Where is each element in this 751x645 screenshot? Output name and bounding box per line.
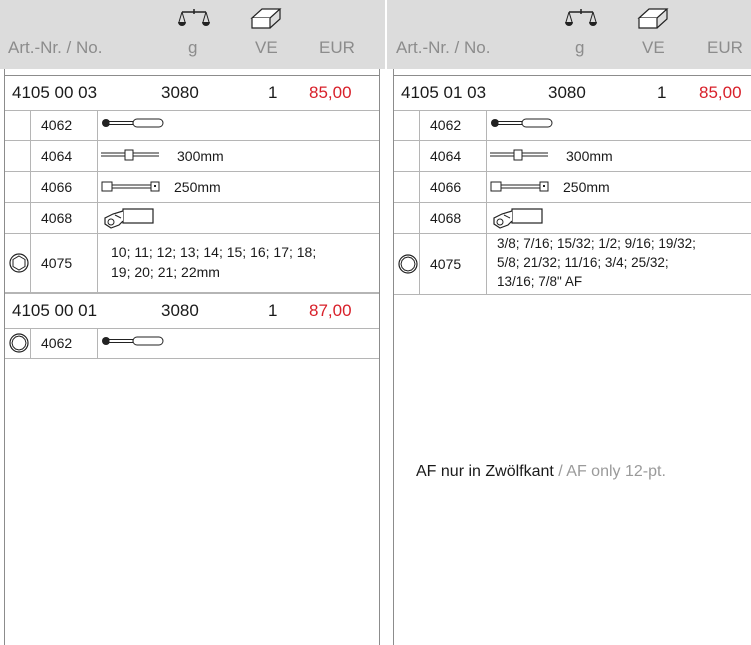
part-row: 4066 250mm <box>394 172 751 203</box>
part-number: 4068 <box>430 210 462 226</box>
article-number: 4105 01 03 <box>401 83 487 102</box>
column-weight: g <box>188 38 198 57</box>
note-english: AF only 12-pt. <box>566 463 666 480</box>
part-number: 4075 <box>430 256 462 272</box>
part-number: 4064 <box>41 148 73 164</box>
part-length: 250mm <box>563 179 610 195</box>
part-number: 4068 <box>41 210 73 226</box>
part-row: 4062 <box>5 328 379 359</box>
ve-value: 1 <box>268 301 278 320</box>
extension-icon <box>101 181 160 192</box>
part-number: 4075 <box>41 255 73 271</box>
weight-value: 3080 <box>161 83 199 102</box>
part-length: 250mm <box>174 179 221 195</box>
weight-scale-icon <box>565 9 597 26</box>
price-value: 85,00 <box>309 83 352 102</box>
hex-socket-icon <box>9 253 29 273</box>
product-panel-left: 4105 00 03 3080 1 85,00 4062 4064 300mm … <box>4 69 380 645</box>
socket-row: 4075 3/8; 7/16; 15/32; 1/2; 9/16; 19/32;… <box>394 234 751 295</box>
column-ve: VE <box>255 38 278 57</box>
product-row: 4105 00 01 3080 1 87,00 <box>5 293 379 329</box>
article-number: 4105 00 01 <box>12 301 98 320</box>
column-eur: EUR <box>319 38 355 57</box>
part-number: 4066 <box>41 179 73 195</box>
part-number: 4062 <box>41 117 73 133</box>
column-artnr: Art.-Nr. / No. <box>396 38 491 57</box>
socket-sizes-line: 3/8; 7/16; 15/32; 1/2; 9/16; 19/32; <box>497 236 696 251</box>
ratchet-icon <box>101 336 164 346</box>
part-row: 4062 <box>5 110 379 141</box>
weight-value: 3080 <box>548 83 586 102</box>
package-icon <box>637 8 669 29</box>
price-value: 85,00 <box>699 83 742 102</box>
column-artnr: Art.-Nr. / No. <box>8 38 103 57</box>
part-row: 4064 300mm <box>394 141 751 172</box>
product-row: 4105 01 03 3080 1 85,00 <box>394 75 751 111</box>
product-row: 4105 00 03 3080 1 85,00 <box>5 75 379 111</box>
part-row: 4064 300mm <box>5 141 379 172</box>
ratchet-icon <box>490 118 553 128</box>
part-number: 4062 <box>430 117 462 133</box>
part-number: 4066 <box>430 179 462 195</box>
twelve-point-socket-icon <box>9 333 29 353</box>
article-number: 4105 00 03 <box>12 83 98 102</box>
af-note: AF nur in Zwölfkant / AF only 12-pt. <box>416 463 666 481</box>
part-length: 300mm <box>566 148 613 164</box>
ve-value: 1 <box>657 83 667 102</box>
note-german: AF nur in Zwölfkant <box>416 463 554 480</box>
extension-bar-icon <box>101 149 160 161</box>
part-length: 300mm <box>177 148 224 164</box>
socket-sizes-line: 13/16; 7/8" AF <box>497 274 583 289</box>
ratchet-icon <box>101 118 164 128</box>
socket-row: 4075 10; 11; 12; 13; 14; 15; 16; 17; 18;… <box>5 234 379 293</box>
column-ve: VE <box>642 38 665 57</box>
weight-scale-icon <box>178 9 210 26</box>
part-number: 4064 <box>430 148 462 164</box>
socket-sizes-line: 19; 20; 21; 22mm <box>111 264 220 280</box>
part-row: 4068 <box>394 203 751 234</box>
part-number: 4062 <box>41 335 73 351</box>
note-separator: / <box>553 463 567 480</box>
socket-sizes-line: 5/8; 21/32; 11/16; 3/4; 25/32; <box>497 255 669 270</box>
adapter-icon <box>104 208 154 229</box>
twelve-point-socket-icon <box>398 254 418 274</box>
part-row: 4066 250mm <box>5 172 379 203</box>
column-eur: EUR <box>707 38 743 57</box>
table-header-right: Art.-Nr. / No. g VE EUR <box>387 0 751 69</box>
weight-value: 3080 <box>161 301 199 320</box>
product-panel-right: 4105 01 03 3080 1 85,00 4062 4064 300mm … <box>393 69 751 645</box>
adapter-icon <box>493 208 543 229</box>
socket-sizes: 10; 11; 12; 13; 14; 15; 16; 17; 18; 19; … <box>111 242 375 282</box>
part-row: 4062 <box>394 110 751 141</box>
table-header-left: Art.-Nr. / No. g VE EUR <box>0 0 385 69</box>
price-value: 87,00 <box>309 301 352 320</box>
column-weight: g <box>575 38 585 57</box>
package-icon <box>250 8 282 29</box>
socket-sizes-line: 10; 11; 12; 13; 14; 15; 16; 17; 18; <box>111 244 317 260</box>
extension-icon <box>490 181 549 192</box>
socket-sizes: 3/8; 7/16; 15/32; 1/2; 9/16; 19/32; 5/8;… <box>497 234 751 291</box>
extension-bar-icon <box>490 149 549 161</box>
part-row: 4068 <box>5 203 379 234</box>
ve-value: 1 <box>268 83 278 102</box>
